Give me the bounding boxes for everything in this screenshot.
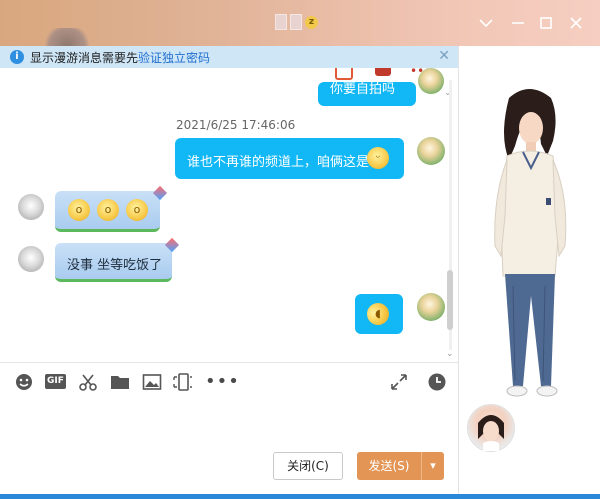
chevron-down-icon[interactable] — [476, 13, 496, 33]
info-icon: i — [10, 50, 24, 64]
message-bubble-me[interactable]: 谁也不再谁的频道上，咱俩这是 ᵕ — [175, 138, 404, 179]
gif-icon[interactable]: GIF — [45, 374, 66, 389]
mini-avatar[interactable] — [467, 404, 515, 452]
close-icon[interactable] — [566, 13, 586, 33]
avatar[interactable] — [18, 194, 44, 220]
notice-close-icon[interactable]: ✕ — [438, 48, 450, 64]
scroll-down-icon[interactable]: ⌄ — [446, 350, 454, 359]
message-bubble-them[interactable]: o o o — [55, 191, 160, 232]
close-button[interactable]: 关闭(C) — [273, 452, 343, 480]
avatar[interactable] — [418, 68, 444, 94]
yawn-emoji-icon: o — [126, 199, 148, 221]
expand-icon[interactable] — [389, 372, 409, 392]
maximize-icon[interactable] — [536, 13, 556, 33]
screenshot-icon[interactable] — [173, 372, 193, 392]
emoji-icon[interactable] — [14, 372, 34, 392]
image-icon[interactable] — [142, 372, 162, 392]
title-bar: z — [0, 0, 600, 46]
window-bottom-edge — [0, 494, 600, 499]
input-toolbar: GIF ••• — [0, 362, 458, 401]
mini-avatar-face — [478, 415, 504, 451]
contact-name: z — [275, 14, 318, 30]
partial-call-icons: ••• — [330, 68, 431, 80]
chat-window: z i 显示漫游消息需要先 验证独立密码 ✕ ••• 你要自拍吗 — [0, 0, 600, 499]
grin-emoji-icon: ᵕ — [367, 147, 389, 169]
folder-icon[interactable] — [110, 372, 130, 392]
avatar[interactable] — [417, 137, 445, 165]
avatar[interactable] — [18, 246, 44, 272]
send-options-dropdown[interactable]: ▾ — [421, 452, 444, 480]
peek-emoji-icon: ◖ — [367, 303, 389, 325]
message-bubble-them[interactable]: 没事 坐等吃饭了 — [55, 243, 172, 282]
message-scrollbar[interactable]: ⌄ — [446, 70, 454, 360]
message-timestamp: 2021/6/25 17:46:06 — [176, 118, 296, 132]
history-clock-icon[interactable] — [427, 372, 447, 392]
message-input[interactable] — [0, 400, 458, 448]
yawn-emoji-icon: o — [68, 199, 90, 221]
message-list: ••• 你要自拍吗 ⌄ 2021/6/25 17:46:06 谁也不再谁的频道上… — [0, 68, 458, 362]
status-badge: z — [305, 15, 318, 29]
message-bubble-me[interactable]: ◖ — [355, 294, 403, 334]
scrollbar-thumb[interactable] — [447, 270, 453, 330]
avatar[interactable] — [417, 293, 445, 321]
avatar-show-panel — [458, 46, 600, 499]
notice-text: 显示漫游消息需要先 — [30, 50, 139, 65]
scissors-icon[interactable] — [78, 372, 98, 392]
send-button[interactable]: 发送(S) — [357, 452, 421, 480]
verify-password-link[interactable]: 验证独立密码 — [138, 49, 210, 66]
minimize-icon[interactable] — [508, 13, 528, 33]
title-decoration — [40, 28, 94, 46]
notice-bar: i 显示漫游消息需要先 验证独立密码 ✕ — [0, 46, 458, 68]
yawn-emoji-icon: o — [97, 199, 119, 221]
message-bubble-me[interactable]: 你要自拍吗 — [318, 82, 416, 106]
avatar-figure — [494, 89, 567, 397]
more-icon[interactable]: ••• — [205, 371, 240, 392]
